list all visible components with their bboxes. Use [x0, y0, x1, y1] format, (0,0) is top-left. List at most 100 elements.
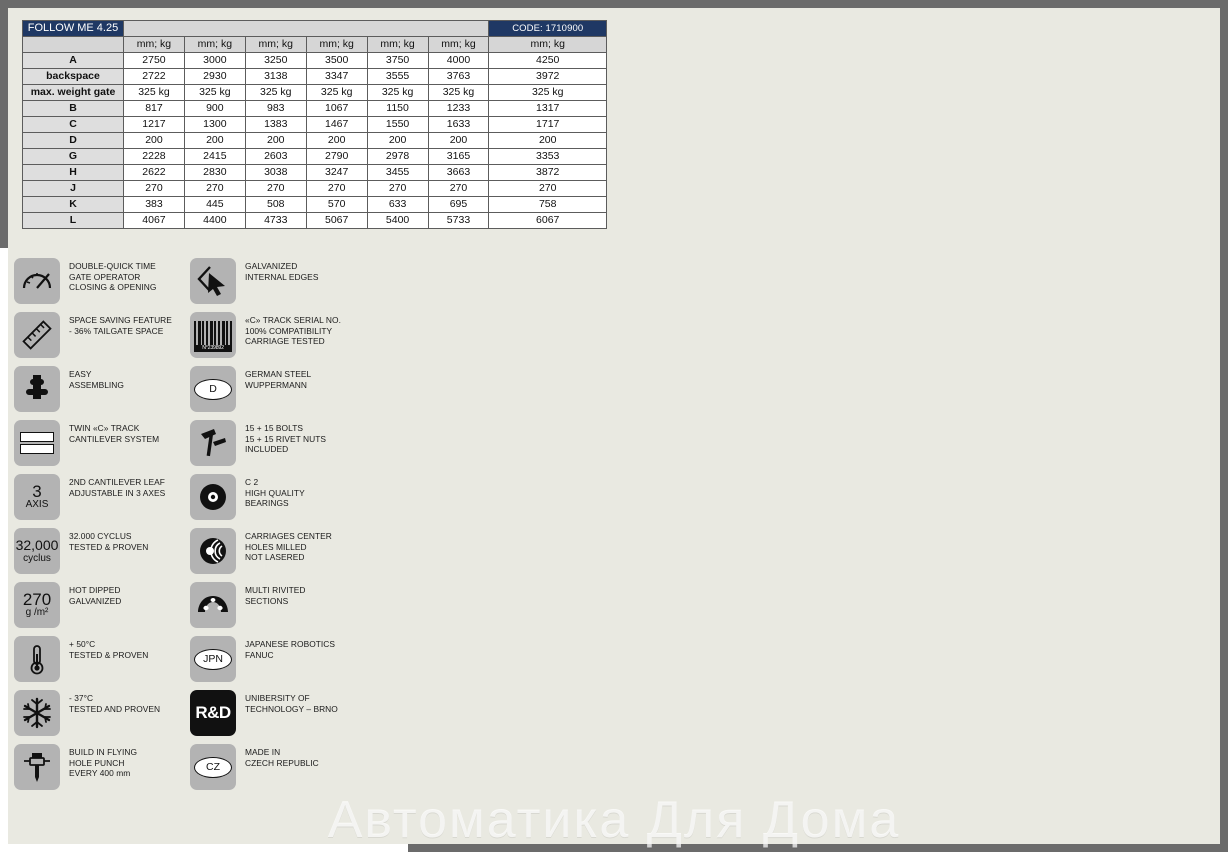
- feature-label: 15 + 15 BOLTS 15 + 15 RIVET NUTS INCLUDE…: [245, 423, 327, 455]
- feature-item: JPN JAPANESE ROBOTICS FANUC: [190, 636, 390, 682]
- table-cell: 3165: [427, 148, 490, 165]
- table-cell: 1317: [488, 100, 607, 117]
- table-cell: 270: [244, 180, 307, 197]
- table-cell: 2415: [183, 148, 246, 165]
- table-row: H 2622 2830 3038 3247 3455 3663 3872: [22, 164, 607, 181]
- feature-item: C 2 HIGH QUALITY BEARINGS: [190, 474, 390, 520]
- bolts-icon: [190, 420, 236, 466]
- table-cell: 4733: [244, 212, 307, 229]
- galvanized-icon: 270 g /m²: [14, 582, 60, 628]
- feature-label: EASY ASSEMBLING: [69, 369, 124, 390]
- japan-robotics-icon: JPN: [190, 636, 236, 682]
- feature-item: CARRIAGES CENTER HOLES MILLED NOT LASERE…: [190, 528, 390, 574]
- table-cell: 2978: [366, 148, 429, 165]
- bearing-icon-svg: [200, 484, 226, 510]
- table-cell: 1717: [488, 116, 607, 133]
- table-cell: 2722: [123, 68, 185, 85]
- feature-label: UNIBERSITY OF TECHNOLOGY – BRNO: [245, 693, 338, 714]
- row-label: G: [22, 148, 124, 165]
- table-cell: 3555: [366, 68, 429, 85]
- galvanized-edges-icon-svg: [197, 266, 225, 296]
- table-cell: 758: [488, 196, 607, 213]
- puzzle-icon-svg: [26, 375, 48, 399]
- made-in-cz-icon-oval: CZ: [194, 756, 232, 778]
- twin-track-icon: [14, 420, 60, 466]
- table-cell: 2622: [123, 164, 185, 181]
- bearing-icon: [190, 474, 236, 520]
- table-cell: 325 kg: [488, 84, 607, 101]
- barcode-icon: N°239892: [190, 312, 236, 358]
- row-label: D: [22, 132, 124, 149]
- brand-spacer: [122, 20, 490, 37]
- table-cell: 200: [488, 132, 607, 149]
- japan-robotics-icon-oval: JPN: [194, 648, 232, 670]
- riveted-sections-icon-svg: [198, 596, 228, 612]
- table-cell: 1633: [427, 116, 490, 133]
- feature-item: R&D UNIBERSITY OF TECHNOLOGY – BRNO: [190, 690, 390, 736]
- spec-table-panel: FOLLOW ME 4.25 CODE: 1710900 mm; kg mm; kg m…: [0, 0, 1220, 844]
- table-cell: 3500: [305, 52, 368, 69]
- table-cell: 270: [123, 180, 185, 197]
- table-cell: 325 kg: [427, 84, 490, 101]
- features-column-right: GALVANIZED INTERNAL EDGES N°239892 «C» TRA…: [190, 258, 390, 798]
- feature-item: 270 g /m² HOT DIPPED GALVANIZED: [14, 582, 214, 628]
- table-cell: 270: [427, 180, 490, 197]
- feature-item: CZ MADE IN CZECH REPUBLIC: [190, 744, 390, 790]
- cyclus-icon-text: 32,000 cyclus: [15, 537, 59, 565]
- table-cell: 3347: [305, 68, 368, 85]
- table-cell: 5067: [305, 212, 368, 229]
- three-axis-icon: 3 AXIS: [14, 474, 60, 520]
- unit-header: mm; kg: [366, 36, 429, 53]
- spec-table: FOLLOW ME 4.25 CODE: 1710900 mm; kg mm; kg m…: [22, 20, 607, 229]
- table-cell: 3663: [427, 164, 490, 181]
- milled-holes-icon-svg: [200, 538, 226, 564]
- feature-item: N°239892 «C» TRACK SERIAL NO. 100% COMPAT…: [190, 312, 390, 358]
- speedometer-icon: [14, 258, 60, 304]
- twin-track-icon-graphic: [20, 432, 54, 454]
- table-cell: 270: [366, 180, 429, 197]
- table-cell: 1467: [305, 116, 368, 133]
- unit-header: mm; kg: [488, 36, 607, 53]
- feature-label: C 2 HIGH QUALITY BEARINGS: [245, 477, 305, 509]
- feature-item: SPACE SAVING FEATURE - 36% TAILGATE SPAC…: [14, 312, 214, 358]
- table-cell: 5733: [427, 212, 490, 229]
- unit-header: mm; kg: [305, 36, 368, 53]
- feature-label: GERMAN STEEL WUPPERMANN: [245, 369, 312, 390]
- table-cell: 1383: [244, 116, 307, 133]
- feature-item: EASY ASSEMBLING: [14, 366, 214, 412]
- bolts-icon-svg: [201, 429, 226, 457]
- german-steel-icon-oval: D: [194, 378, 232, 400]
- table-cell: 4000: [427, 52, 490, 69]
- snowflake-icon-svg: [23, 697, 51, 729]
- table-brand-row: FOLLOW ME 4.25 CODE: 1710900: [22, 20, 607, 37]
- feature-label: 32.000 CYCLUS TESTED & PROVEN: [69, 531, 149, 552]
- table-cell: 508: [244, 196, 307, 213]
- table-cell: 200: [427, 132, 490, 149]
- feature-label: HOT DIPPED GALVANIZED: [69, 585, 122, 606]
- thermometer-icon-svg: [30, 645, 44, 675]
- research-icon-text: R&D: [190, 690, 236, 736]
- table-cell: 1067: [305, 100, 368, 117]
- table-row: J 270 270 270 270 270 270 270: [22, 180, 607, 197]
- table-cell: 900: [183, 100, 246, 117]
- riveted-sections-icon: [190, 582, 236, 628]
- table-cell: 4250: [488, 52, 607, 69]
- feature-label: - 37°C TESTED AND PROVEN: [69, 693, 161, 714]
- table-row: K 383 445 508 570 633 695 758: [22, 196, 607, 213]
- thermometer-icon: [14, 636, 60, 682]
- snowflake-icon: [14, 690, 60, 736]
- table-cell: 383: [123, 196, 185, 213]
- table-cell: 1300: [183, 116, 246, 133]
- feature-item: DOUBLE-QUICK TIME GATE OPERATOR CLOSING …: [14, 258, 214, 304]
- feature-item: D GERMAN STEEL WUPPERMANN: [190, 366, 390, 412]
- table-cell: 3750: [366, 52, 429, 69]
- table-cell: 983: [244, 100, 307, 117]
- feature-item: TWIN «C» TRACK CANTILEVER SYSTEM: [14, 420, 214, 466]
- three-axis-icon-text: 3 AXIS: [25, 482, 49, 510]
- table-cell: 270: [183, 180, 246, 197]
- row-label: H: [22, 164, 124, 181]
- table-cell: 3353: [488, 148, 607, 165]
- table-cell: 270: [305, 180, 368, 197]
- made-in-cz-icon: CZ: [190, 744, 236, 790]
- ruler-icon: [14, 312, 60, 358]
